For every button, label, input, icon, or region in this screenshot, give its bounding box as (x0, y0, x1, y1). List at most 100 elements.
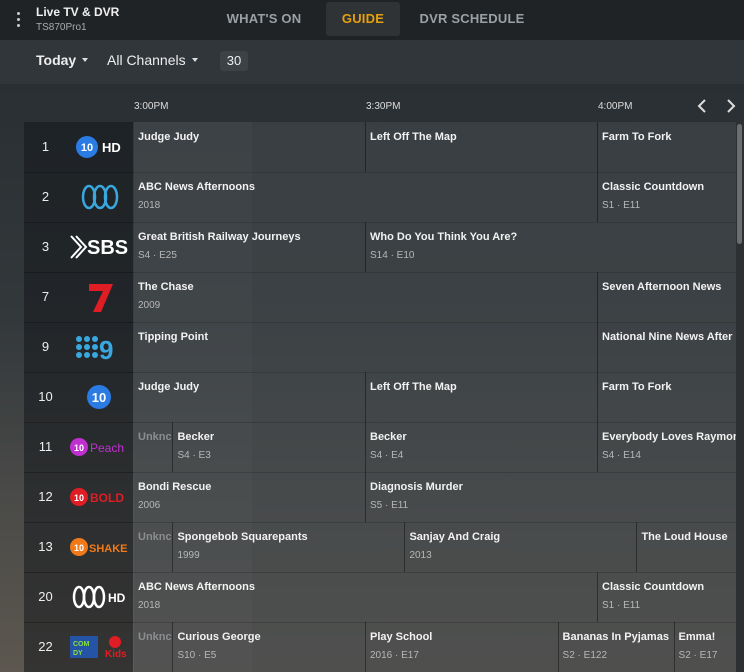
program-title: Great British Railway Journeys (138, 231, 301, 243)
program-cell[interactable]: Judge Judy (134, 122, 366, 172)
channel-number: 12 (24, 472, 67, 522)
program-cell[interactable]: Bananas In Pyjamas S2 · E122 (558, 622, 675, 672)
tab-guide[interactable]: GUIDE (326, 2, 400, 36)
abc-hd-logo[interactable]: HD (67, 572, 133, 622)
program-meta: S4 · E25 (138, 250, 177, 261)
channel-count-badge: 30 (220, 51, 248, 71)
program-cell[interactable]: ABC News Afternoons 2018 (134, 572, 598, 622)
program-cell[interactable]: Unknc (134, 422, 174, 472)
program-title: Play School (370, 631, 433, 643)
ten-logo[interactable]: 10 (67, 372, 133, 422)
channel-number: 10 (24, 372, 67, 422)
day-dropdown[interactable]: Today (36, 52, 89, 68)
channel-number: 3 (24, 222, 67, 272)
svg-text:COM: COM (73, 641, 90, 648)
tab-dvr-schedule[interactable]: DVR SCHEDULE (412, 2, 532, 36)
svg-text:10: 10 (74, 543, 84, 553)
program-cell[interactable]: Unknc (134, 622, 174, 672)
abc-kids-comedy-logo[interactable]: COM DY Kids (67, 622, 133, 672)
program-title: Becker (177, 431, 215, 443)
program-title: Unknc (138, 431, 172, 443)
svg-text:9: 9 (99, 335, 113, 365)
chevron-left-icon[interactable] (697, 99, 707, 113)
program-cell[interactable]: Left Off The Map (366, 122, 598, 172)
program-cell[interactable]: Becker S4 · E3 (173, 422, 366, 472)
10-peach-logo[interactable]: 10 Peach (67, 422, 133, 472)
10-bold-logo[interactable]: 10 BOLD (67, 472, 133, 522)
program-meta: S4 · E3 (177, 450, 211, 461)
program-title: Classic Countdown (602, 181, 705, 193)
program-cell[interactable]: Who Do You Think You Are? S14 · E10 (366, 222, 736, 272)
seven-logo[interactable] (67, 272, 133, 322)
program-cell[interactable]: The Chase 2009 (134, 272, 598, 322)
top-bar: Live TV & DVR TS870Pro1 WHAT'S ON GUIDE … (0, 0, 744, 40)
channel-number: 9 (24, 322, 67, 372)
channel-number: 20 (24, 572, 67, 622)
program-cell[interactable]: Sanjay And Craig 2013 (405, 522, 638, 572)
program-cell[interactable]: Classic Countdown S1 · E11 (598, 572, 736, 622)
program-cell[interactable]: Everybody Loves Raymor S4 · E14 (598, 422, 736, 472)
program-meta: 2013 (409, 550, 432, 561)
svg-text:SHAKE: SHAKE (89, 543, 128, 555)
chevron-right-icon[interactable] (726, 99, 736, 113)
channel-number: 11 (24, 422, 67, 472)
program-cell[interactable]: Unknc (134, 522, 174, 572)
guide-row: 7 The Chase 2009 Seven Afternoon News (24, 272, 736, 323)
svg-text:10: 10 (74, 493, 84, 503)
program-title: Left Off The Map (370, 381, 457, 393)
scrollbar-thumb[interactable] (737, 124, 742, 244)
program-cell[interactable]: The Loud House (637, 522, 736, 572)
program-cell[interactable]: Becker S4 · E4 (366, 422, 598, 472)
program-title: Classic Countdown (602, 581, 705, 593)
program-title: ABC News Afternoons (138, 181, 255, 193)
program-cell[interactable]: Tipping Point (134, 322, 598, 372)
program-cell[interactable]: Diagnosis Murder S5 · E11 (366, 472, 736, 522)
10-hd-logo[interactable]: 10 HD (67, 122, 133, 172)
program-title: Bondi Rescue (138, 481, 212, 493)
timeline: 3:00PM 3:30PM 4:00PM (0, 84, 744, 122)
nine-logo[interactable]: 9 (67, 322, 133, 372)
program-meta: 1999 (177, 550, 200, 561)
program-cell[interactable]: Farm To Fork (598, 122, 736, 172)
channel-number: 1 (24, 122, 67, 172)
vertical-scrollbar[interactable] (736, 122, 744, 672)
program-meta: S4 · E14 (602, 450, 641, 461)
guide-row: 9 9 Tipping Point National Nine News After (24, 322, 736, 373)
program-title: The Chase (138, 281, 194, 293)
program-meta: S2 · E122 (562, 650, 608, 661)
program-title: The Loud House (641, 531, 728, 543)
program-meta: 2016 · E17 (370, 650, 419, 661)
10-shake-logo[interactable]: 10 SHAKE (67, 522, 133, 572)
program-cell[interactable]: Emma! S2 · E17 (674, 622, 736, 672)
svg-text:10: 10 (81, 142, 93, 154)
program-title: Curious George (177, 631, 261, 643)
program-cell[interactable]: Left Off The Map (366, 372, 598, 422)
svg-text:HD: HD (102, 140, 121, 155)
program-cell[interactable]: Bondi Rescue 2006 (134, 472, 366, 522)
app-title: Live TV & DVR (36, 5, 120, 19)
program-cell[interactable]: National Nine News After (598, 322, 736, 372)
more-options-icon[interactable] (11, 10, 27, 30)
sbs-logo[interactable]: SBS (67, 222, 133, 272)
program-cell[interactable]: Curious George S10 · E5 (173, 622, 366, 672)
svg-text:DY: DY (73, 650, 83, 657)
program-cell[interactable]: Classic Countdown S1 · E11 (598, 172, 736, 222)
program-meta: 2018 (138, 600, 161, 611)
program-cell[interactable]: Seven Afternoon News (598, 272, 736, 322)
guide-row: 10 10 Judge Judy Left Off The Map Farm To Fo… (24, 372, 736, 423)
program-cell[interactable]: Great British Railway Journeys S4 · E25 (134, 222, 366, 272)
program-cell[interactable]: Play School 2016 · E17 (366, 622, 559, 672)
tab-whats-on[interactable]: WHAT'S ON (214, 2, 314, 36)
guide-row: 2 ABC News Afternoons 2018 Classic Countdow… (24, 172, 736, 223)
time-label: 3:00PM (134, 101, 169, 112)
channels-dropdown[interactable]: All Channels (107, 52, 198, 68)
program-cell[interactable]: Farm To Fork (598, 372, 736, 422)
program-cell[interactable]: ABC News Afternoons 2018 (134, 172, 598, 222)
program-title: Who Do You Think You Are? (370, 231, 518, 243)
program-meta: S5 · E11 (370, 500, 409, 511)
program-title: Sanjay And Craig (409, 531, 501, 543)
abc-logo[interactable] (67, 172, 133, 222)
program-cell[interactable]: Judge Judy (134, 372, 366, 422)
program-title: Bananas In Pyjamas (562, 631, 669, 643)
program-cell[interactable]: Spongebob Squarepants 1999 (173, 522, 406, 572)
